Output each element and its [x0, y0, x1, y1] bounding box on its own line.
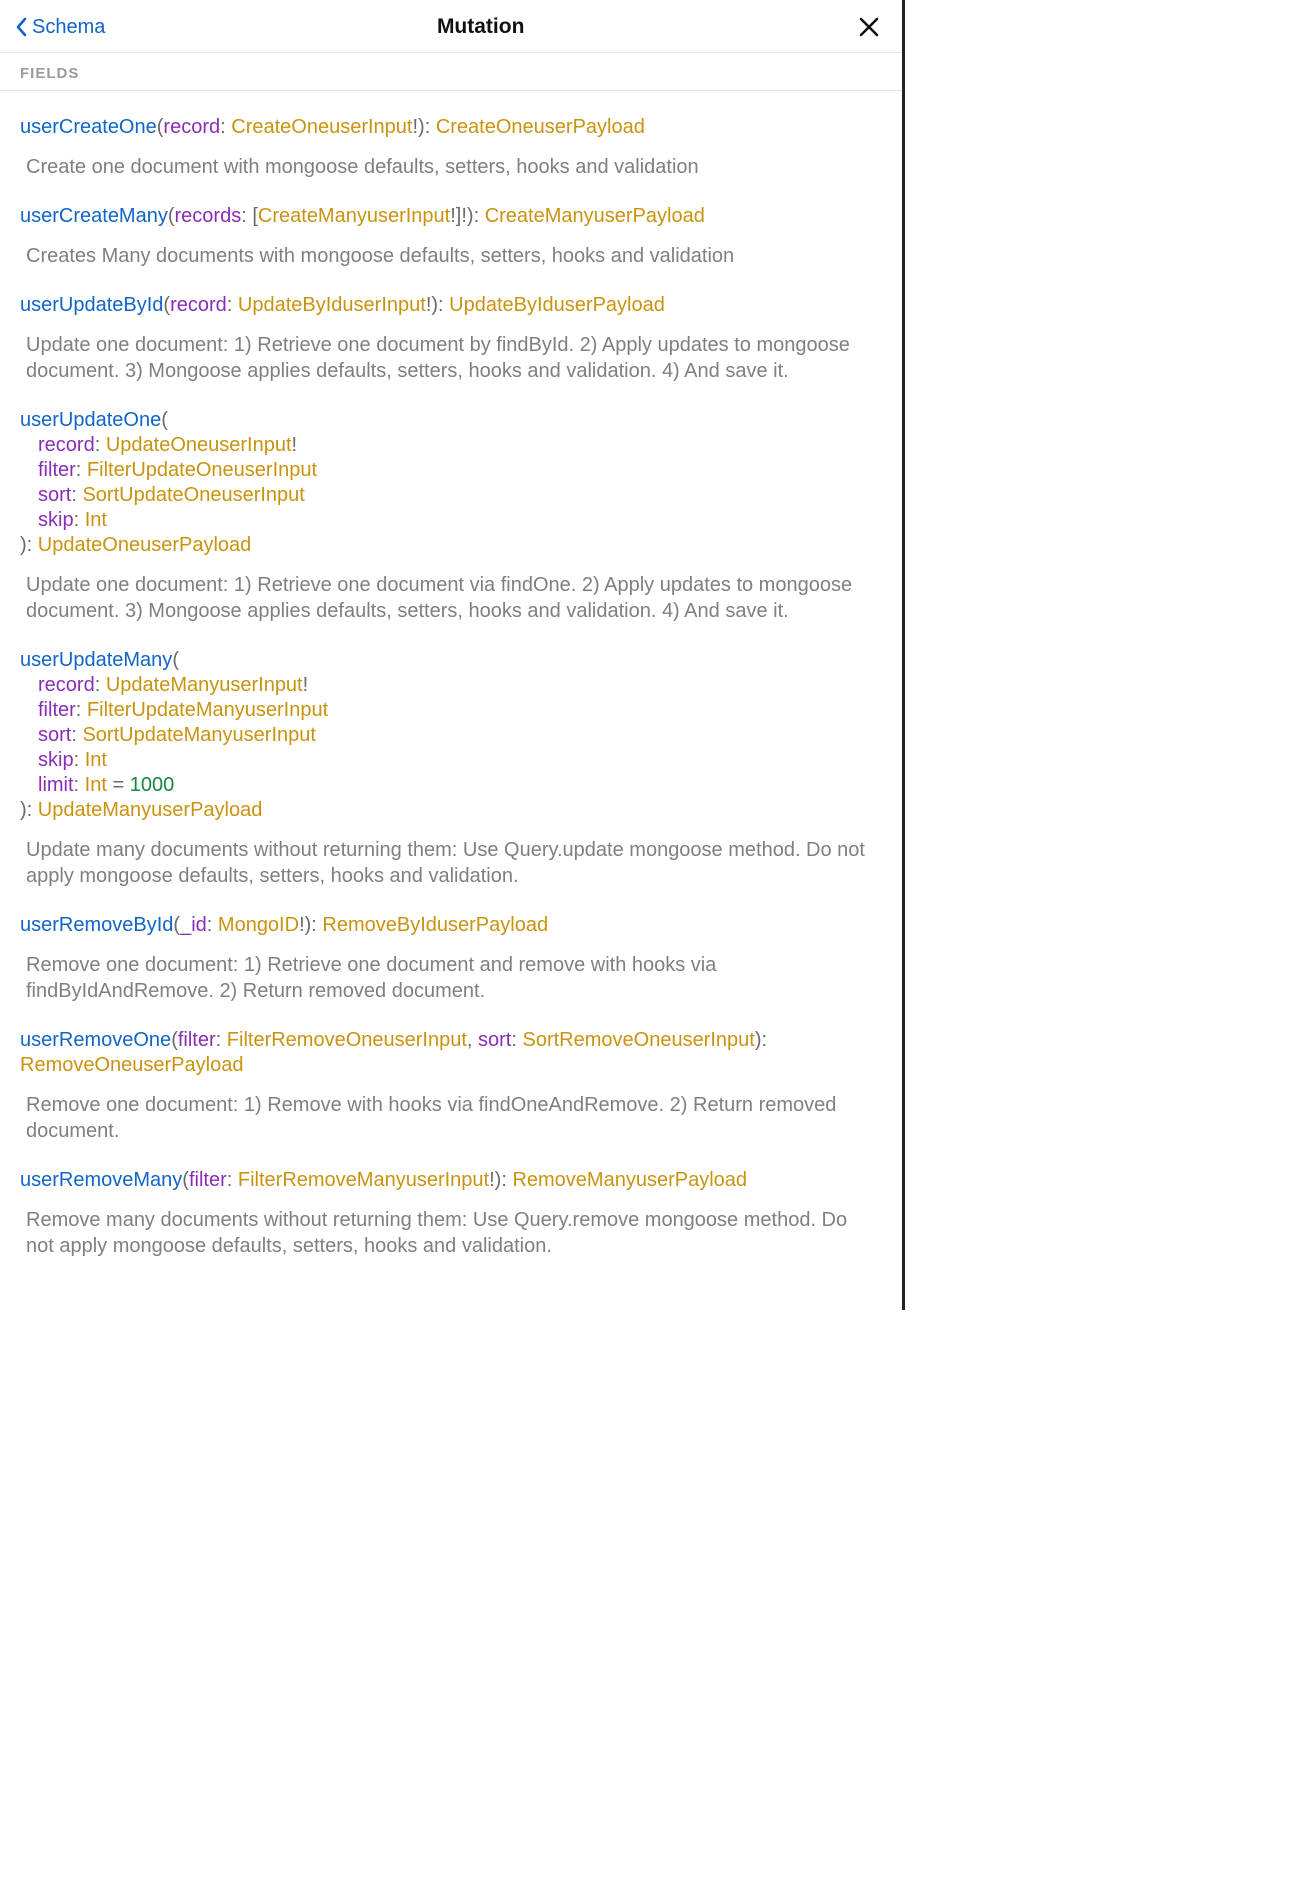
field-description: Update many documents without returning … — [20, 823, 882, 889]
field-block: userUpdateById(record: UpdateByIduserInp… — [20, 269, 882, 384]
arg-line: limit: Int = 1000 — [20, 773, 882, 798]
return-type[interactable]: UpdateManyuserPayload — [38, 799, 263, 821]
field-name[interactable]: userRemoveOne — [20, 1029, 171, 1051]
field-signature: userUpdateById(record: UpdateByIduserInp… — [20, 293, 882, 318]
arg-line: sort: SortUpdateOneuserInput — [20, 483, 882, 508]
arg-line: skip: Int — [20, 508, 882, 533]
arg-name[interactable]: limit — [38, 774, 74, 796]
arg-name[interactable]: filter — [189, 1169, 227, 1191]
return-type[interactable]: UpdateByIduserPayload — [449, 294, 665, 316]
close-button[interactable] — [856, 14, 882, 40]
arg-type[interactable]: CreateOneuserInput — [231, 116, 412, 138]
page-title: Mutation — [437, 15, 524, 39]
field-name[interactable]: userUpdateMany — [20, 649, 172, 671]
return-type[interactable]: RemoveManyuserPayload — [512, 1169, 747, 1191]
arg-type[interactable]: CreateManyuserInput — [258, 205, 450, 227]
arg-line: filter: FilterUpdateOneuserInput — [20, 458, 882, 483]
fields-list: userCreateOne(record: CreateOneuserInput… — [0, 91, 902, 1279]
field-block: userRemoveById(_id: MongoID!): RemoveByI… — [20, 889, 882, 1004]
arg-line: filter: FilterUpdateManyuserInput — [20, 698, 882, 723]
arg-name[interactable]: record — [170, 294, 227, 316]
field-name[interactable]: userUpdateOne — [20, 409, 161, 431]
arg-type[interactable]: FilterUpdateManyuserInput — [87, 699, 328, 721]
arg-line: skip: Int — [20, 748, 882, 773]
arg-name[interactable]: sort — [478, 1029, 511, 1051]
arg-type[interactable]: SortUpdateOneuserInput — [82, 484, 304, 506]
field-description: Create one document with mongoose defaul… — [20, 140, 882, 180]
arg-name[interactable]: sort — [38, 484, 71, 506]
return-type[interactable]: RemoveByIduserPayload — [322, 914, 548, 936]
field-signature: userRemoveOne(filter: FilterRemoveOneuse… — [20, 1028, 882, 1078]
field-signature: userRemoveMany(filter: FilterRemoveManyu… — [20, 1168, 882, 1193]
back-button[interactable]: Schema — [14, 16, 105, 39]
field-signature: userCreateOne(record: CreateOneuserInput… — [20, 115, 882, 140]
arg-type[interactable]: SortRemoveOneuserInput — [522, 1029, 754, 1051]
arg-name[interactable]: skip — [38, 749, 74, 771]
field-block: userUpdateOne( record: UpdateOneuserInpu… — [20, 384, 882, 624]
arg-type[interactable]: Int — [85, 774, 107, 796]
field-block: userCreateMany(records: [CreateManyuserI… — [20, 180, 882, 269]
arg-type[interactable]: FilterUpdateOneuserInput — [87, 459, 317, 481]
arg-type[interactable]: FilterRemoveOneuserInput — [227, 1029, 467, 1051]
field-block: userCreateOne(record: CreateOneuserInput… — [20, 91, 882, 180]
arg-line: record: UpdateOneuserInput! — [20, 433, 882, 458]
arg-name[interactable]: record — [38, 674, 95, 696]
arg-name[interactable]: records — [175, 205, 242, 227]
arg-line: sort: SortUpdateManyuserInput — [20, 723, 882, 748]
field-block: userRemoveMany(filter: FilterRemoveManyu… — [20, 1144, 882, 1259]
arg-default: 1000 — [130, 774, 175, 796]
arg-line: record: UpdateManyuserInput! — [20, 673, 882, 698]
arg-type[interactable]: UpdateByIduserInput — [238, 294, 426, 316]
return-type[interactable]: UpdateOneuserPayload — [38, 534, 251, 556]
field-name[interactable]: userUpdateById — [20, 294, 163, 316]
field-description: Update one document: 1) Retrieve one doc… — [20, 558, 882, 624]
arg-type[interactable]: UpdateOneuserInput — [106, 434, 292, 456]
arg-type[interactable]: MongoID — [218, 914, 299, 936]
arg-name[interactable]: _id — [180, 914, 207, 936]
return-type[interactable]: CreateManyuserPayload — [485, 205, 705, 227]
field-name[interactable]: userCreateMany — [20, 205, 168, 227]
arg-name[interactable]: filter — [38, 699, 76, 721]
arg-name[interactable]: filter — [178, 1029, 216, 1051]
field-description: Creates Many documents with mongoose def… — [20, 229, 882, 269]
arg-name[interactable]: filter — [38, 459, 76, 481]
field-block: userUpdateMany( record: UpdateManyuserIn… — [20, 624, 882, 889]
doc-header: Schema Mutation — [0, 0, 902, 53]
arg-type[interactable]: SortUpdateManyuserInput — [82, 724, 315, 746]
field-signature: userUpdateOne( record: UpdateOneuserInpu… — [20, 408, 882, 558]
field-description: Remove many documents without returning … — [20, 1193, 882, 1259]
back-label: Schema — [32, 16, 105, 39]
arg-type[interactable]: Int — [85, 749, 107, 771]
field-description: Remove one document: 1) Retrieve one doc… — [20, 938, 882, 1004]
arg-name[interactable]: record — [163, 116, 220, 138]
arg-type[interactable]: UpdateManyuserInput — [106, 674, 303, 696]
arg-type[interactable]: FilterRemoveManyuserInput — [238, 1169, 489, 1191]
arg-name[interactable]: sort — [38, 724, 71, 746]
chevron-left-icon — [14, 16, 30, 38]
field-name[interactable]: userRemoveById — [20, 914, 173, 936]
arg-type[interactable]: Int — [85, 509, 107, 531]
field-description: Remove one document: 1) Remove with hook… — [20, 1078, 882, 1144]
return-type[interactable]: CreateOneuserPayload — [436, 116, 645, 138]
field-signature: userCreateMany(records: [CreateManyuserI… — [20, 204, 882, 229]
field-signature: userRemoveById(_id: MongoID!): RemoveByI… — [20, 913, 882, 938]
arg-name[interactable]: skip — [38, 509, 74, 531]
close-icon — [858, 16, 880, 38]
arg-name[interactable]: record — [38, 434, 95, 456]
field-description: Update one document: 1) Retrieve one doc… — [20, 318, 882, 384]
field-name[interactable]: userCreateOne — [20, 116, 157, 138]
section-label: FIELDS — [0, 53, 902, 91]
field-name[interactable]: userRemoveMany — [20, 1169, 182, 1191]
field-signature: userUpdateMany( record: UpdateManyuserIn… — [20, 648, 882, 823]
field-block: userRemoveOne(filter: FilterRemoveOneuse… — [20, 1004, 882, 1144]
return-type[interactable]: RemoveOneuserPayload — [20, 1054, 243, 1076]
